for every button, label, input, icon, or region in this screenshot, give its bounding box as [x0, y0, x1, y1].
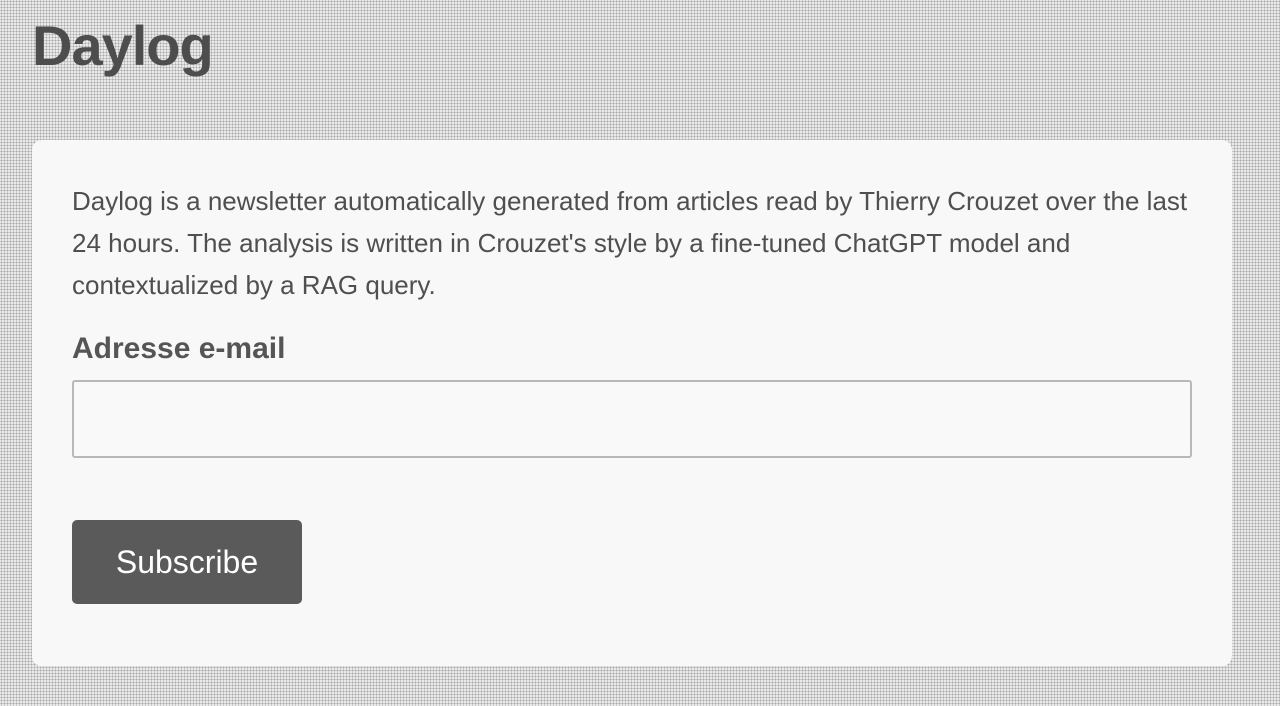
site-title: Daylog: [32, 14, 214, 77]
email-field[interactable]: [72, 380, 1192, 458]
email-label: Adresse e-mail: [72, 332, 286, 365]
newsletter-signup-card: Daylog is a newsletter automatically gen…: [32, 140, 1232, 666]
subscribe-button[interactable]: Subscribe: [72, 520, 302, 604]
newsletter-description: Daylog is a newsletter automatically gen…: [72, 186, 1188, 300]
